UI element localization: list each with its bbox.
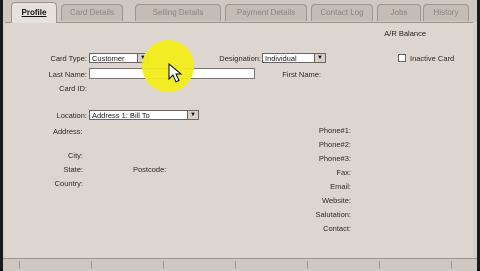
toolbar-divider <box>235 261 236 269</box>
tab-card-details[interactable]: Card Details <box>61 4 123 21</box>
tab-history[interactable]: History <box>423 4 469 21</box>
ar-balance-label: A/R Balance <box>384 29 426 38</box>
location-select[interactable]: Address 1: Bill To ▼ <box>89 110 199 120</box>
country-label: Country: <box>54 179 83 188</box>
tab-bar: Profile Card Details Selling Details Pay… <box>3 0 477 23</box>
chevron-down-icon[interactable]: ▼ <box>314 54 325 62</box>
designation-value: Individual <box>265 54 297 63</box>
toolbar-divider <box>451 261 452 269</box>
first-name-label: First Name: <box>282 70 321 79</box>
address-label: Address: <box>53 127 83 136</box>
toolbar-divider <box>163 261 164 269</box>
card-id-label: Card ID: <box>59 84 87 93</box>
website-label: Website: <box>321 196 351 205</box>
phone2-label: Phone#2: <box>318 140 351 149</box>
email-label: Email: <box>330 182 351 191</box>
phone3-label: Phone#3: <box>318 154 351 163</box>
designation-select[interactable]: Individual ▼ <box>262 53 326 63</box>
chevron-down-icon[interactable]: ▼ <box>187 111 198 119</box>
toolbar-divider <box>379 261 380 269</box>
contact-label: Contact: <box>323 224 351 233</box>
tab-selling-details[interactable]: Selling Details <box>135 4 221 21</box>
inactive-card-checkbox[interactable] <box>398 54 406 62</box>
tab-profile[interactable]: Profile <box>11 2 57 23</box>
tab-payment-details[interactable]: Payment Details <box>225 4 307 21</box>
fax-label: Fax: <box>336 168 351 177</box>
postcode-label: Postcode: <box>133 165 167 174</box>
screen-frame-left <box>0 0 3 270</box>
inactive-card-label: Inactive Card <box>410 54 455 63</box>
card-file-window: Profile Card Details Selling Details Pay… <box>0 0 480 271</box>
location-value: Address 1: Bill To <box>92 111 150 120</box>
toolbar-divider <box>91 261 92 269</box>
tab-contact-log[interactable]: Contact Log <box>311 4 373 21</box>
mouse-pointer-icon <box>168 63 183 83</box>
location-label: Location: <box>56 111 87 120</box>
profile-panel: A/R Balance Card Type: Customer ▼ Design… <box>5 22 473 259</box>
city-label: City: <box>68 151 83 160</box>
card-type-select[interactable]: Customer ▼ <box>89 53 149 63</box>
bottom-toolbar <box>3 258 477 271</box>
designation-label: Designation: <box>219 54 261 63</box>
last-name-label: Last Name: <box>48 70 87 79</box>
state-label: State: <box>63 165 83 174</box>
toolbar-divider <box>307 261 308 269</box>
phone1-label: Phone#1: <box>318 126 351 135</box>
card-type-label: Card Type: <box>50 54 87 63</box>
toolbar-divider <box>19 261 20 269</box>
card-type-value: Customer <box>92 54 125 63</box>
salutation-label: Salutation: <box>315 210 351 219</box>
tab-jobs[interactable]: Jobs <box>377 4 421 21</box>
